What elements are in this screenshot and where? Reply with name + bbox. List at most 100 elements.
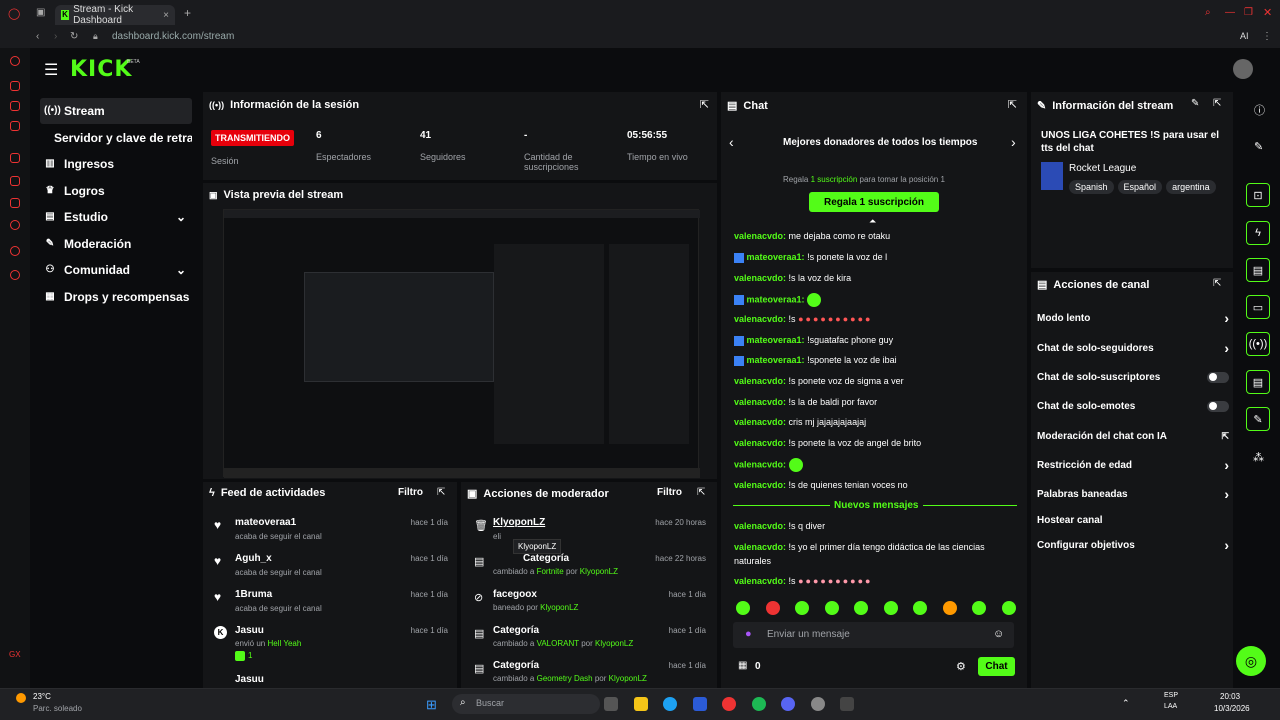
app-icon[interactable] xyxy=(840,697,854,711)
action-emotes-only[interactable]: Chat de solo-emotes xyxy=(1037,396,1229,416)
action-age-restriction[interactable]: Restricción de edad › xyxy=(1037,455,1229,475)
gift-icon[interactable]: ▦ xyxy=(738,660,747,671)
opera-sidebar-icon[interactable] xyxy=(10,198,20,208)
edit-icon[interactable]: ✎ xyxy=(1254,140,1263,153)
support-button[interactable]: ◎ xyxy=(1236,646,1266,676)
action-host-channel[interactable]: Hostear canal xyxy=(1037,510,1229,530)
chevron-right-icon[interactable]: › xyxy=(1011,134,1016,150)
info-icon[interactable]: ⓘ xyxy=(1254,102,1265,118)
browser-tab[interactable]: K Stream - Kick Dashboard × xyxy=(55,4,175,26)
ai-icon[interactable]: AI xyxy=(1240,31,1249,41)
back-icon[interactable]: ‹ xyxy=(36,31,39,42)
forward-icon[interactable]: › xyxy=(54,31,57,42)
quick-action-button[interactable]: ✎ xyxy=(1246,407,1270,431)
sidebar-item-drops[interactable]: ▦ Drops y recompensas xyxy=(40,284,220,310)
popout-icon[interactable]: ⇱ xyxy=(1213,278,1221,289)
hamburger-menu-icon[interactable]: ☰ xyxy=(44,60,58,80)
send-chat-button[interactable]: Chat xyxy=(978,657,1015,676)
opera-sidebar-icon[interactable] xyxy=(10,220,20,230)
store-icon[interactable] xyxy=(693,697,707,711)
quick-action-button[interactable]: ⊡ xyxy=(1246,183,1270,207)
taskview-icon[interactable] xyxy=(604,697,618,711)
spotify-icon[interactable] xyxy=(752,697,766,711)
quick-action-button[interactable]: ▤ xyxy=(1246,370,1270,394)
opera-sidebar-icon[interactable] xyxy=(10,270,20,280)
windows-start-icon[interactable]: ⊞ xyxy=(426,697,437,713)
action-followers-only[interactable]: Chat de solo-seguidores › xyxy=(1037,338,1229,358)
mod-filter-button[interactable]: Filtro xyxy=(657,487,682,498)
emote-icon[interactable] xyxy=(736,601,750,615)
quick-action-button[interactable]: ▤ xyxy=(1246,258,1270,282)
edge-icon[interactable] xyxy=(663,697,677,711)
emote-icon[interactable] xyxy=(854,601,869,615)
toggle-switch[interactable] xyxy=(1207,400,1229,412)
opera-logo-icon[interactable]: ◯ xyxy=(8,7,20,20)
app-icon[interactable] xyxy=(811,697,825,711)
tray-chevron-icon[interactable]: ⌃ xyxy=(1122,698,1130,709)
sidebar-item-server-key[interactable]: Servidor y clave de retransmisión xyxy=(40,125,192,151)
emote-icon[interactable] xyxy=(824,601,839,615)
sidebar-item-stream[interactable]: ((•)) Stream xyxy=(40,98,192,124)
minimize-icon[interactable]: — xyxy=(1225,7,1235,18)
explorer-icon[interactable] xyxy=(634,697,648,711)
sidebar-item-ingresos[interactable]: ▥ Ingresos xyxy=(40,151,192,177)
opera-sidebar-icon[interactable] xyxy=(10,81,20,91)
search-icon[interactable]: ⌕ xyxy=(1205,7,1211,18)
emote-icon[interactable] xyxy=(1001,601,1016,615)
emote-icon[interactable] xyxy=(765,601,780,615)
opera-sidebar-icon[interactable] xyxy=(10,56,20,66)
opera-icon[interactable] xyxy=(722,697,736,711)
opera-sidebar-icon[interactable] xyxy=(10,153,20,163)
kick-logo[interactable]: KICK xyxy=(70,57,132,82)
sidebar-item-comunidad[interactable]: ⚇ Comunidad ⌄ xyxy=(40,257,192,283)
emote-icon[interactable] xyxy=(942,601,957,615)
emote-icon[interactable] xyxy=(972,601,987,615)
tab-close-icon[interactable]: × xyxy=(163,10,169,21)
popout-icon[interactable]: ⇱ xyxy=(697,487,705,498)
language[interactable]: ESP xyxy=(1164,692,1178,699)
menu-icon[interactable]: ⋮ xyxy=(1262,31,1272,42)
gear-icon[interactable]: ⚙ xyxy=(956,660,966,673)
action-subs-only[interactable]: Chat de solo-suscriptores xyxy=(1037,367,1229,387)
opera-sidebar-icon[interactable] xyxy=(10,101,20,111)
action-ai-moderation[interactable]: Moderación del chat con IA ⇱ xyxy=(1037,426,1229,446)
quick-action-button[interactable]: ϟ xyxy=(1246,221,1270,245)
url-field[interactable]: dashboard.kick.com/stream xyxy=(112,31,234,42)
quick-action-button[interactable]: ▭ xyxy=(1246,295,1270,319)
avatar[interactable] xyxy=(1233,59,1253,79)
popout-icon[interactable]: ⇱ xyxy=(700,98,709,111)
close-window-icon[interactable]: ✕ xyxy=(1263,6,1272,19)
sidebar-item-moderacion[interactable]: ✎ Moderación xyxy=(40,231,192,257)
emote-icon[interactable] xyxy=(883,601,898,615)
opera-sidebar-icon[interactable] xyxy=(10,176,20,186)
sidebar-item-logros[interactable]: ♛ Logros xyxy=(40,178,192,204)
popout-icon[interactable]: ⇱ xyxy=(1008,98,1017,111)
caret-up-icon[interactable]: ⏶ xyxy=(869,216,876,227)
emote-icon[interactable] xyxy=(795,601,810,615)
emote-icon[interactable] xyxy=(913,601,928,615)
opera-sidebar-icon[interactable] xyxy=(10,246,20,256)
maximize-icon[interactable]: ❐ xyxy=(1244,7,1253,18)
taskbar-search[interactable]: ⌕ Buscar xyxy=(452,694,600,714)
toggle-switch[interactable] xyxy=(1207,371,1229,383)
stream-preview-video[interactable] xyxy=(223,209,700,478)
chat-input[interactable]: ● Enviar un mensaje ☺ xyxy=(733,622,1014,648)
new-tab-icon[interactable]: + xyxy=(184,6,191,20)
gift-sub-button[interactable]: Regala 1 suscripción xyxy=(809,192,939,212)
opera-more-icon[interactable]: GX xyxy=(9,650,21,659)
action-goals[interactable]: Configurar objetivos › xyxy=(1037,535,1229,555)
more-icon[interactable]: ⁂ xyxy=(1253,451,1264,464)
opera-sidebar-icon[interactable] xyxy=(10,121,20,131)
feed-filter-button[interactable]: Filtro xyxy=(398,487,423,498)
mic-icon[interactable]: ● xyxy=(745,628,752,640)
quick-action-button[interactable]: ((•)) xyxy=(1246,332,1270,356)
chevron-left-icon[interactable]: ‹ xyxy=(729,134,734,150)
popout-icon[interactable]: ⇱ xyxy=(437,487,445,498)
tab-menu-icon[interactable]: ▣ xyxy=(36,7,45,18)
clock-time[interactable]: 20:03 xyxy=(1220,692,1240,701)
edit-icon[interactable]: ✎ xyxy=(1191,98,1199,109)
popout-icon[interactable]: ⇱ xyxy=(1213,98,1221,109)
action-slow-mode[interactable]: Modo lento › xyxy=(1037,308,1229,328)
reload-icon[interactable]: ↻ xyxy=(70,31,78,42)
discord-icon[interactable] xyxy=(781,697,795,711)
